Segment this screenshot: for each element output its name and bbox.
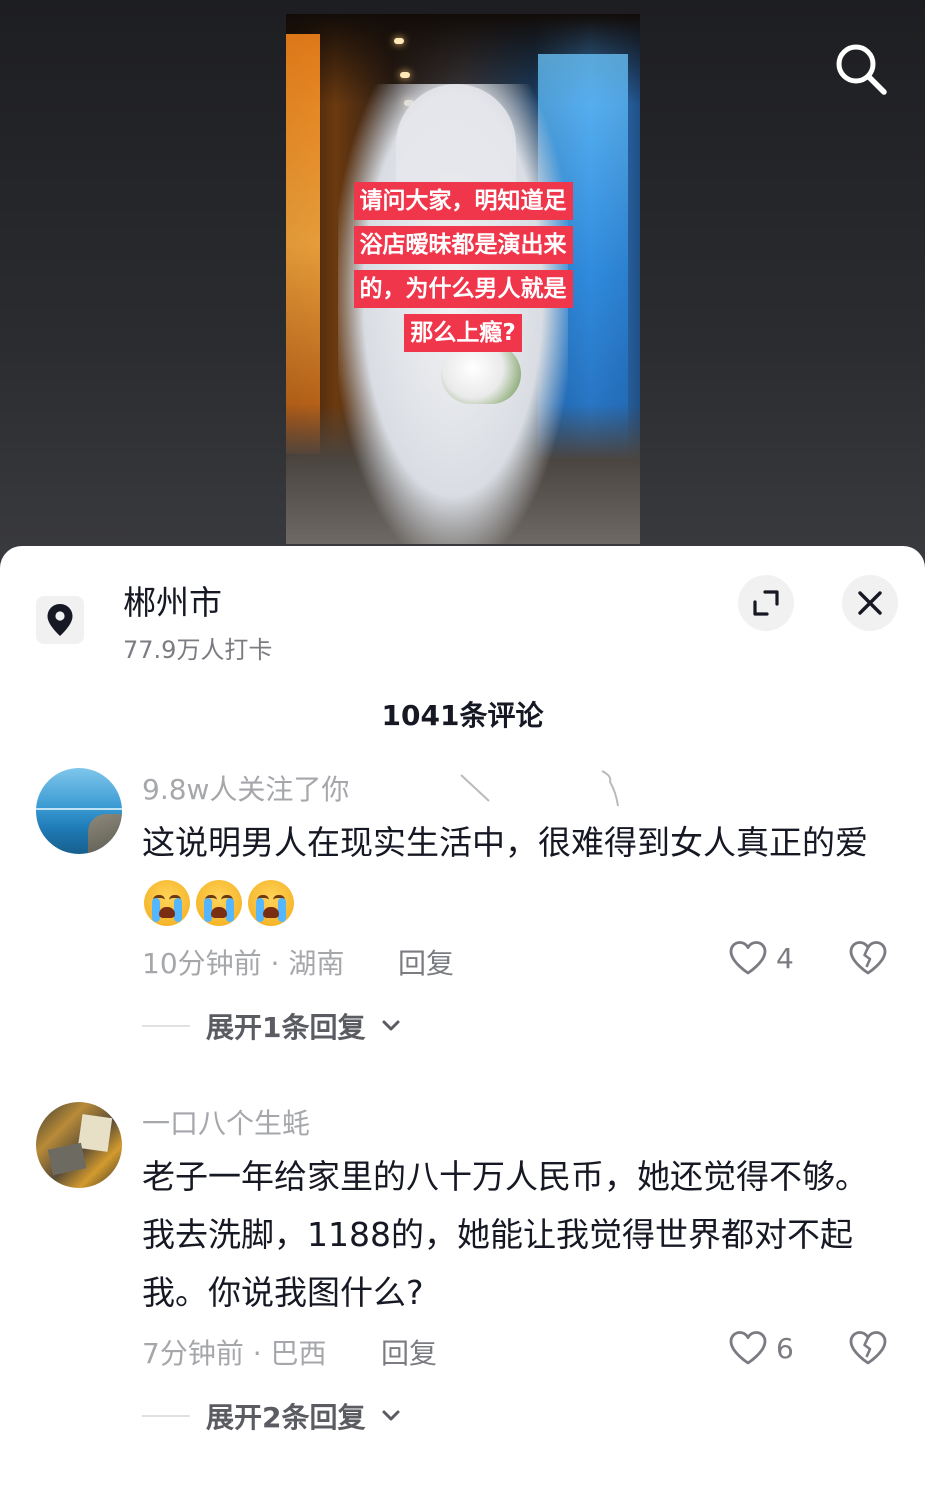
comment-count: 1041条评论 bbox=[381, 699, 544, 732]
video-scene-bouquet bbox=[441, 344, 521, 404]
chevron-down-icon bbox=[382, 1410, 400, 1421]
comment-time-location: 7分钟前 · 巴西 bbox=[142, 1337, 327, 1370]
comment-text: 老子一年给家里的八十万人民币，她还觉得不够。我去洗脚，1188的，她能让我觉得世… bbox=[142, 1148, 892, 1322]
video-caption: 请问大家，明知道足 浴店暧昧都是演出来 的，为什么男人就是 那么上瘾? bbox=[286, 182, 640, 352]
comment-body: 老子一年给家里的八十万人民币，她还觉得不够。我去洗脚，1188的，她能让我觉得世… bbox=[142, 1157, 868, 1312]
location-name[interactable]: 郴州市 bbox=[123, 576, 222, 624]
caption-line: 的，为什么男人就是 bbox=[353, 270, 573, 308]
dislike-button[interactable] bbox=[848, 940, 888, 980]
caption-line: 那么上瘾? bbox=[404, 314, 522, 352]
emoji-group bbox=[144, 879, 294, 926]
decorative-stroke bbox=[601, 770, 619, 807]
caption-line: 请问大家，明知道足 bbox=[353, 182, 573, 220]
comment-text: 这说明男人在现实生活中，很难得到女人真正的爱 bbox=[142, 814, 892, 930]
heart-icon bbox=[729, 1331, 767, 1365]
reply-button[interactable]: 回复 bbox=[381, 1332, 437, 1372]
close-sheet-button[interactable] bbox=[842, 575, 898, 631]
like-button[interactable]: 6 bbox=[728, 1330, 794, 1366]
dislike-button[interactable] bbox=[848, 1330, 888, 1370]
like-count: 6 bbox=[776, 1331, 794, 1365]
comment-username[interactable]: 一口八个生蚝 bbox=[142, 1102, 310, 1142]
divider-line bbox=[142, 1025, 190, 1027]
ceiling-lamp bbox=[394, 38, 404, 44]
location-pin-icon bbox=[47, 604, 73, 636]
broken-heart-icon bbox=[849, 1331, 887, 1365]
like-count: 4 bbox=[776, 941, 794, 975]
video-frame[interactable]: 请问大家，明知道足 浴店暧昧都是演出来 的，为什么男人就是 那么上瘾? bbox=[286, 14, 640, 544]
avatar[interactable] bbox=[36, 1102, 122, 1188]
chevron-down-icon bbox=[382, 1020, 400, 1031]
app-root: 请问大家，明知道足 浴店暧昧都是演出来 的，为什么男人就是 那么上瘾? 郴州市 … bbox=[0, 0, 925, 1488]
expand-replies-label: 展开1条回复 bbox=[206, 1011, 366, 1044]
expand-replies-button[interactable]: 展开2条回复 bbox=[142, 1396, 401, 1436]
comment-time-location: 10分钟前 · 湖南 bbox=[142, 947, 345, 980]
like-button[interactable]: 4 bbox=[728, 940, 794, 976]
expand-replies-button[interactable]: 展开1条回复 bbox=[142, 1006, 401, 1046]
comment-body: 这说明男人在现实生活中，很难得到女人真正的爱 bbox=[142, 823, 868, 862]
expand-icon bbox=[753, 590, 779, 616]
broken-heart-icon bbox=[849, 941, 887, 975]
video-player-area[interactable]: 请问大家，明知道足 浴店暧昧都是演出来 的，为什么男人就是 那么上瘾? bbox=[0, 0, 925, 570]
loudly-crying-emoji bbox=[144, 879, 190, 926]
heart-icon bbox=[729, 941, 767, 975]
expand-replies-label: 展开2条回复 bbox=[206, 1401, 366, 1434]
search-button[interactable] bbox=[832, 40, 890, 98]
search-icon bbox=[836, 44, 887, 95]
divider-line bbox=[142, 1415, 190, 1417]
close-icon bbox=[858, 591, 882, 615]
location-checkins: 77.9万人打卡 bbox=[123, 636, 273, 664]
caption-line: 浴店暧昧都是演出来 bbox=[353, 226, 573, 264]
comments-sheet: 郴州市 77.9万人打卡 1041条评论 9.8w人关注了你 这说明男人在现实生… bbox=[0, 546, 925, 1488]
reply-button[interactable]: 回复 bbox=[398, 942, 454, 982]
comment-username[interactable]: 9.8w人关注了你 bbox=[142, 768, 349, 808]
loudly-crying-emoji bbox=[196, 879, 242, 926]
loudly-crying-emoji bbox=[248, 879, 294, 926]
expand-sheet-button[interactable] bbox=[738, 575, 794, 631]
location-button[interactable] bbox=[36, 596, 84, 644]
avatar[interactable] bbox=[36, 768, 122, 854]
decorative-stroke bbox=[460, 774, 490, 802]
ceiling-lamp bbox=[400, 72, 410, 78]
